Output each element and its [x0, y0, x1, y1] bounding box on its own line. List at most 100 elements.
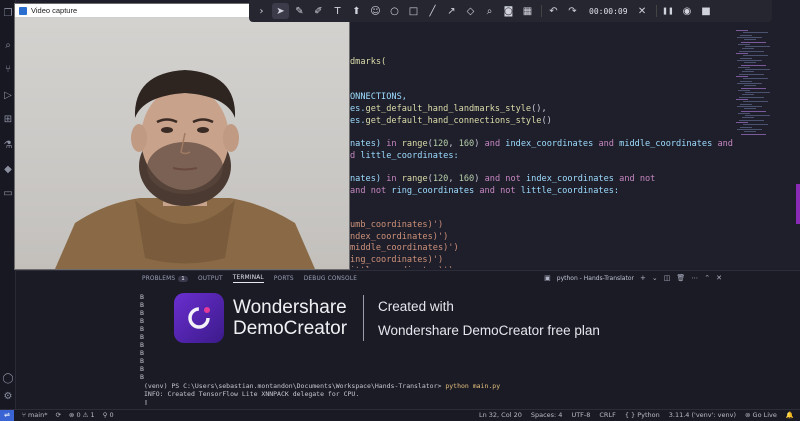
- minimap-line: [736, 30, 748, 31]
- ports-indicator[interactable]: ⚲ 0: [103, 411, 114, 419]
- tab-terminal[interactable]: TERMINAL: [232, 275, 264, 283]
- line-icon[interactable]: ╱: [424, 3, 441, 19]
- remote-indicator-icon[interactable]: ⇌: [0, 410, 14, 421]
- add-terminal-icon[interactable]: +: [640, 274, 646, 282]
- code-line[interactable]: nates) in range(120, 160) and not index_…: [350, 174, 655, 184]
- code-token: ,: [448, 174, 459, 184]
- tab-problems[interactable]: PROBLEMS 1: [142, 275, 188, 283]
- code-line[interactable]: dmarks(: [350, 57, 386, 67]
- code-token: 120: [432, 139, 449, 149]
- minimap-line: [745, 46, 770, 48]
- eraser-icon[interactable]: ◇: [462, 3, 479, 19]
- minimap-line: [743, 101, 768, 103]
- circle-icon[interactable]: ○: [386, 3, 403, 19]
- zoom-icon[interactable]: ⌕: [481, 3, 498, 19]
- terminal-output[interactable]: BBBBBBBBBBB: [140, 293, 144, 381]
- go-live-button[interactable]: ⊚ Go Live: [745, 411, 777, 419]
- source-control-icon[interactable]: ⑂: [2, 64, 14, 76]
- minimap-line: [745, 92, 770, 94]
- code-line[interactable]: ONNECTIONS,: [350, 92, 407, 102]
- minimap-line: [741, 41, 766, 43]
- recorder-toolbar: › ➤ ✎ ✐ T ⬆ ☺ ○ □ ╱ ↗ ◇ ⌕ ◙ ▦ ↶ ↷ 00:00:09 ✕ ❚❚ ◉ ■: [249, 0, 772, 22]
- stop-icon[interactable]: ■: [698, 3, 715, 19]
- minimap-line: [741, 133, 766, 135]
- code-line[interactable]: umb_coordinates)'): [350, 220, 443, 230]
- code-line[interactable]: nates) in range(120, 160) and index_coor…: [350, 139, 733, 149]
- end-of-line[interactable]: CRLF: [599, 411, 615, 419]
- more-actions-icon[interactable]: ⋯: [691, 274, 698, 282]
- language-mode[interactable]: { } Python: [625, 411, 660, 419]
- minimap[interactable]: [736, 30, 780, 140]
- indentation[interactable]: Spaces: 4: [531, 411, 563, 419]
- camera-icon[interactable]: ◙: [500, 3, 517, 19]
- code-line[interactable]: ittle_coordinates)'): [350, 266, 453, 268]
- minimap-line: [745, 115, 770, 117]
- record-icon[interactable]: ◉: [679, 3, 696, 19]
- mongodb-icon[interactable]: ◆: [2, 164, 14, 176]
- pointer-icon[interactable]: ➤: [272, 3, 289, 19]
- close-icon[interactable]: ✕: [634, 3, 651, 19]
- ports-count: 0: [109, 411, 114, 419]
- remote-explorer-icon[interactable]: ▭: [2, 188, 14, 200]
- run-debug-icon[interactable]: ▷: [2, 90, 14, 102]
- pen-icon[interactable]: ✎: [291, 3, 308, 19]
- terminal-prompt[interactable]: (venv) PS C:\Users\sebastian.montandon\D…: [144, 382, 500, 406]
- code-token: (): [541, 116, 552, 126]
- account-icon[interactable]: ◯: [2, 373, 14, 385]
- maximize-panel-icon[interactable]: ⌃: [704, 274, 710, 282]
- tab-ports[interactable]: PORTS: [274, 275, 294, 283]
- redo-icon[interactable]: ↷: [564, 3, 581, 19]
- terminal-selector[interactable]: python - Hands-Translator: [557, 275, 634, 282]
- video-capture-window[interactable]: Video capture: [14, 3, 350, 270]
- cursor-position[interactable]: Ln 32, Col 20: [479, 411, 522, 419]
- code-line[interactable]: and not ring_coordinates and not little_…: [350, 186, 619, 196]
- settings-gear-icon[interactable]: ⚙: [2, 391, 14, 403]
- blur-icon[interactable]: ▦: [519, 3, 536, 19]
- code-token: 160: [458, 174, 475, 184]
- code-line[interactable]: middle_coordinates)'): [350, 243, 459, 253]
- arrow-diagonal-icon[interactable]: ↗: [443, 3, 460, 19]
- pause-icon[interactable]: ❚❚: [660, 3, 677, 19]
- terminal-line: B: [140, 357, 144, 365]
- notifications-icon[interactable]: 🔔: [786, 411, 794, 419]
- chevron-down-icon[interactable]: ⌄: [652, 274, 658, 282]
- code-line[interactable]: d little_coordinates:: [350, 151, 459, 161]
- explorer-icon[interactable]: ❐: [2, 8, 14, 20]
- extensions-icon[interactable]: ⊞: [2, 114, 14, 126]
- text-icon[interactable]: T: [329, 3, 346, 19]
- terminal-info-line: INFO: Created TensorFlow Lite XNNPACK de…: [144, 390, 360, 398]
- minimap-line: [740, 126, 752, 128]
- chevron-right-icon[interactable]: ›: [253, 3, 270, 19]
- square-icon[interactable]: □: [405, 3, 422, 19]
- minimap-line: [741, 87, 766, 89]
- undo-icon[interactable]: ↶: [545, 3, 562, 19]
- terminal-line: B: [140, 373, 144, 381]
- code-line[interactable]: es.get_default_hand_landmarks_style(),: [350, 104, 547, 114]
- arrow-icon[interactable]: ⬆: [348, 3, 365, 19]
- code-line[interactable]: es.get_default_hand_connections_style(): [350, 116, 552, 126]
- python-interpreter[interactable]: 3.11.4 ('venv': venv): [669, 411, 736, 419]
- error-count: 0: [76, 411, 81, 419]
- trash-icon[interactable]: 🗑: [676, 274, 685, 282]
- sync-icon[interactable]: ⟳: [55, 411, 60, 419]
- code-line[interactable]: ing_coordinates)'): [350, 255, 443, 265]
- split-terminal-icon[interactable]: ◫: [664, 274, 671, 282]
- search-icon[interactable]: ⌕: [2, 40, 14, 52]
- code-line[interactable]: ndex_coordinates)'): [350, 232, 448, 242]
- minimap-line: [745, 69, 770, 71]
- democreator-logo-icon: [174, 293, 224, 343]
- encoding[interactable]: UTF-8: [571, 411, 590, 419]
- branch-indicator[interactable]: ⑂ main*: [22, 411, 47, 419]
- tab-output[interactable]: OUTPUT: [198, 275, 223, 283]
- code-token: in: [386, 139, 402, 149]
- emoji-icon[interactable]: ☺: [367, 3, 384, 19]
- highlighter-icon[interactable]: ✐: [310, 3, 327, 19]
- code-token: in: [386, 174, 402, 184]
- recording-timer: 00:00:09: [589, 6, 628, 16]
- problems-count-badge: 1: [178, 276, 188, 282]
- problems-indicator[interactable]: ⊗ 0 ⚠ 1: [69, 411, 95, 419]
- close-panel-icon[interactable]: ✕: [716, 274, 722, 282]
- testing-icon[interactable]: ⚗: [2, 140, 14, 152]
- tab-debug-console[interactable]: DEBUG CONSOLE: [304, 275, 357, 283]
- minimap-line: [744, 85, 756, 87]
